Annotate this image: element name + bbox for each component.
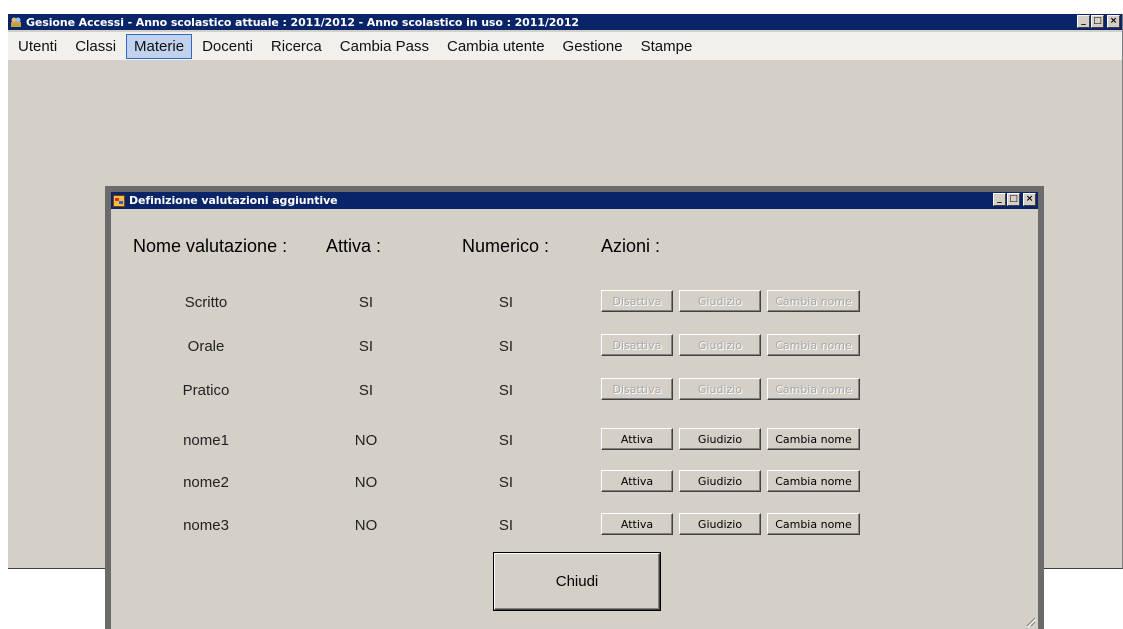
menu-cambia-utente[interactable]: Cambia utente [439, 34, 553, 59]
disattiva-button[interactable]: Disattiva [601, 334, 673, 356]
cambia-nome-button[interactable]: Cambia nome [767, 290, 860, 312]
row-active: SI [358, 294, 374, 311]
row-name: nome3 [183, 517, 229, 534]
row-active: SI [358, 382, 374, 399]
cambia-nome-button[interactable]: Cambia nome [767, 513, 860, 535]
dialog-title: Definizione valutazioni aggiuntive [129, 194, 338, 207]
close-window-button[interactable]: × [1107, 15, 1120, 28]
cambia-nome-button[interactable]: Cambia nome [767, 428, 860, 450]
menu-docenti[interactable]: Docenti [194, 34, 261, 59]
main-window-title: Gesione Accessi - Anno scolastico attual… [26, 15, 579, 29]
attiva-button[interactable]: Attiva [601, 428, 673, 450]
dialog-titlebar[interactable]: Definizione valutazioni aggiuntive _ □ × [111, 192, 1038, 209]
minimize-button[interactable]: _ [1077, 15, 1090, 28]
dialog-minimize-button[interactable]: _ [993, 193, 1006, 206]
menu-classi[interactable]: Classi [67, 34, 124, 59]
menu-bar: Utenti Classi Materie Docenti Ricerca Ca… [8, 32, 1122, 60]
main-titlebar[interactable]: Gesione Accessi - Anno scolastico attual… [8, 14, 1122, 30]
cambia-nome-button[interactable]: Cambia nome [767, 470, 860, 492]
app-icon [10, 16, 22, 28]
row-active: NO [354, 432, 378, 449]
chiudi-button[interactable]: Chiudi [494, 553, 660, 610]
giudizio-button[interactable]: Giudizio [679, 513, 761, 535]
menu-stampe[interactable]: Stampe [633, 34, 701, 59]
form-icon [113, 194, 125, 207]
giudizio-button[interactable]: Giudizio [679, 290, 761, 312]
menu-utenti[interactable]: Utenti [10, 34, 65, 59]
header-actions: Azioni : [601, 236, 661, 256]
giudizio-button[interactable]: Giudizio [679, 378, 761, 400]
row-name: Scritto [184, 294, 228, 311]
row-active: NO [354, 517, 378, 534]
giudizio-button[interactable]: Giudizio [679, 470, 761, 492]
menu-cambia-pass[interactable]: Cambia Pass [332, 34, 437, 59]
resize-grip-icon[interactable] [1024, 615, 1036, 627]
dialog-maximize-button[interactable]: □ [1007, 193, 1020, 206]
dialog-close-button[interactable]: × [1023, 193, 1036, 206]
row-active: SI [358, 338, 374, 355]
cambia-nome-button[interactable]: Cambia nome [767, 334, 860, 356]
disattiva-button[interactable]: Disattiva [601, 378, 673, 400]
row-name: nome2 [183, 474, 229, 491]
header-active: Attiva : [326, 236, 382, 256]
giudizio-button[interactable]: Giudizio [679, 334, 761, 356]
row-numeric: SI [498, 382, 514, 399]
maximize-button[interactable]: □ [1091, 15, 1104, 28]
row-numeric: SI [498, 338, 514, 355]
menu-materie[interactable]: Materie [126, 33, 193, 59]
header-numeric: Numerico : [462, 236, 550, 256]
menu-ricerca[interactable]: Ricerca [263, 34, 330, 59]
row-numeric: SI [498, 517, 514, 534]
row-name: Orale [187, 338, 225, 355]
cambia-nome-button[interactable]: Cambia nome [767, 378, 860, 400]
dialog-window: Definizione valutazioni aggiuntive _ □ ×… [105, 186, 1044, 629]
row-numeric: SI [498, 294, 514, 311]
attiva-button[interactable]: Attiva [601, 513, 673, 535]
row-name: nome1 [183, 432, 229, 449]
disattiva-button[interactable]: Disattiva [601, 290, 673, 312]
row-numeric: SI [498, 432, 514, 449]
giudizio-button[interactable]: Giudizio [679, 428, 761, 450]
attiva-button[interactable]: Attiva [601, 470, 673, 492]
row-name: Pratico [182, 382, 230, 399]
menu-gestione[interactable]: Gestione [555, 34, 631, 59]
header-name: Nome valutazione : [133, 236, 288, 256]
row-numeric: SI [498, 474, 514, 491]
row-active: NO [354, 474, 378, 491]
